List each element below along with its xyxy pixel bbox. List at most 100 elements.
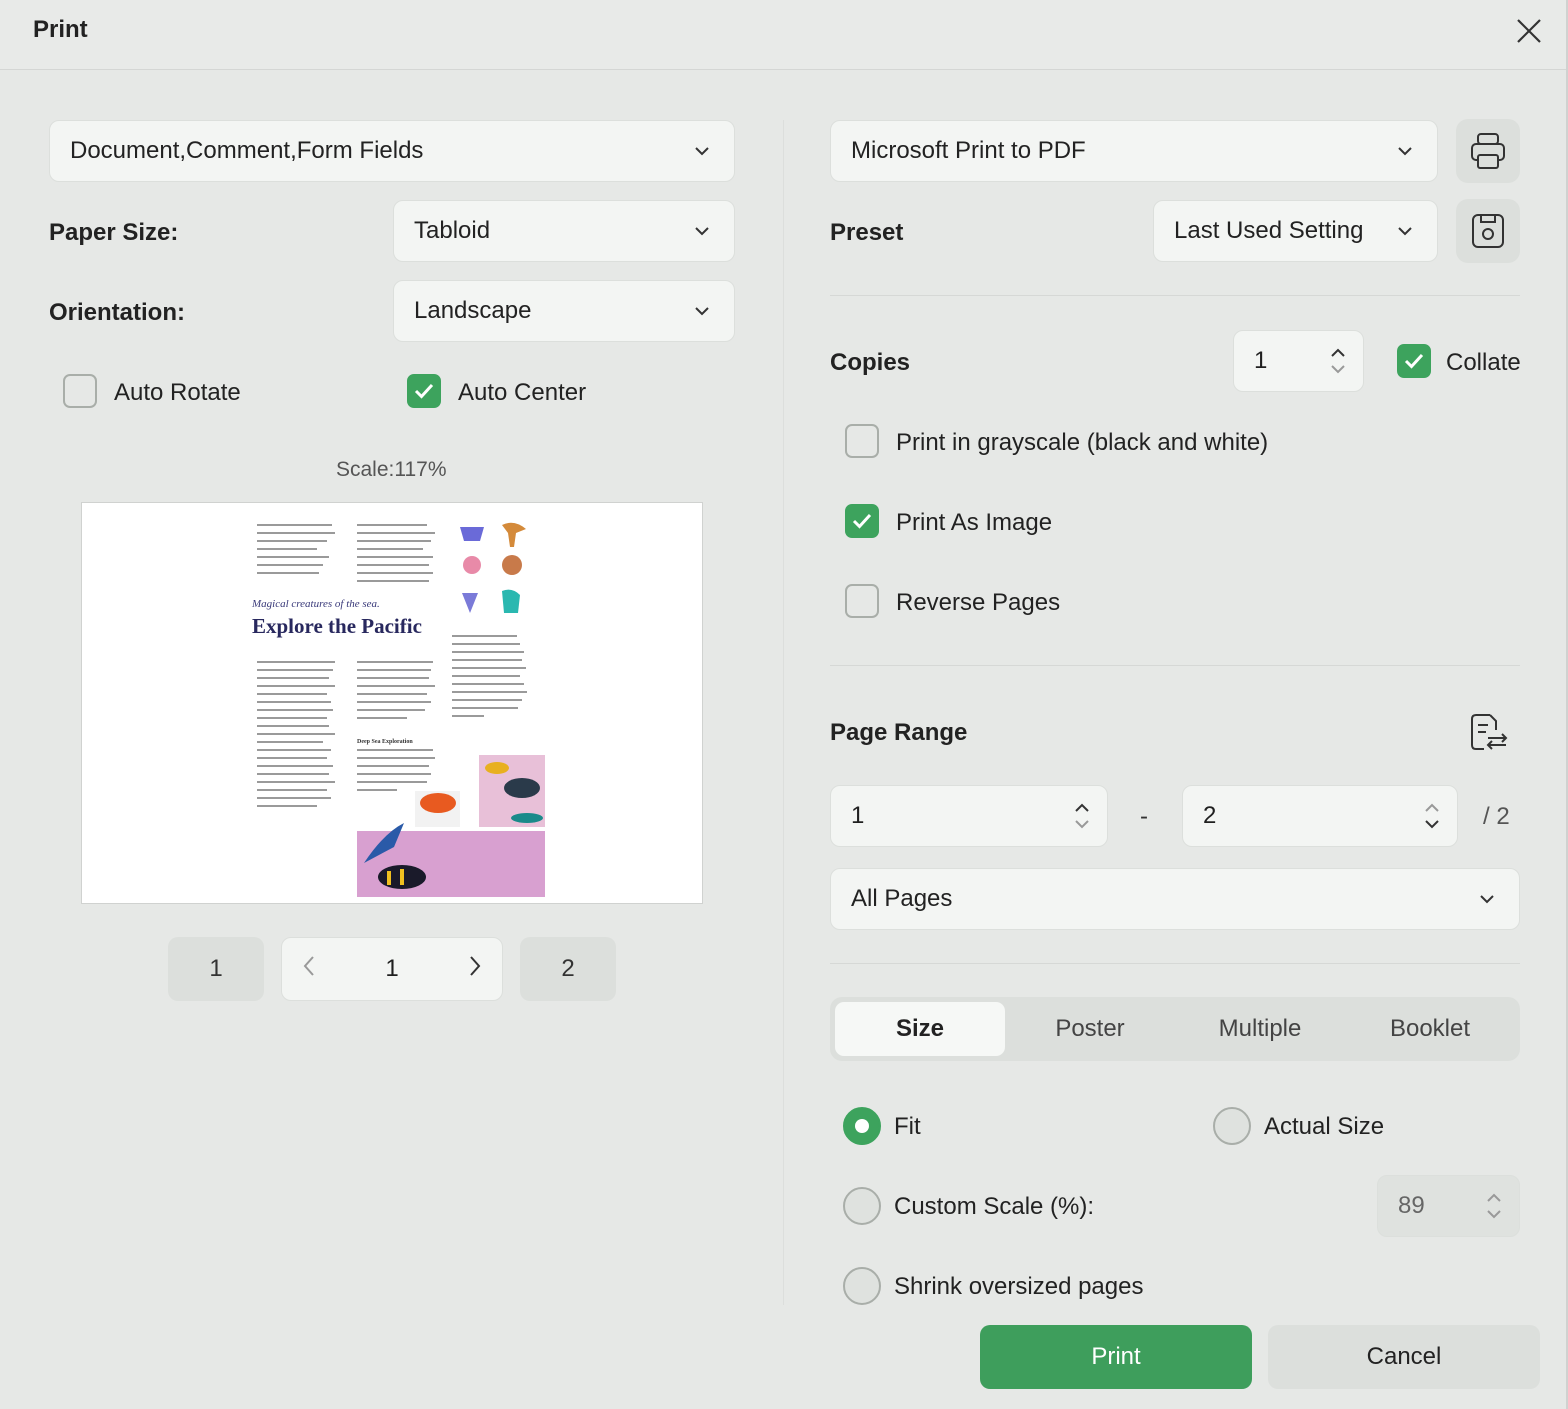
content-select-value: Document,Comment,Form Fields xyxy=(70,137,424,164)
auto-rotate-checkbox[interactable] xyxy=(63,374,97,408)
stepper-arrows[interactable] xyxy=(1407,786,1457,846)
dialog-title: Print xyxy=(33,16,88,43)
page-subset-select[interactable]: All Pages xyxy=(830,868,1520,930)
preview-page: Magical creatures of the sea. Explore th… xyxy=(251,522,545,897)
page-range-to[interactable]: 2 xyxy=(1182,785,1458,847)
print-as-image-label: Print As Image xyxy=(896,509,1053,536)
orientation-label: Orientation: xyxy=(49,299,185,326)
chevron-up-icon xyxy=(1331,348,1345,357)
print-preview: Magical creatures of the sea. Explore th… xyxy=(81,502,703,904)
collate-checkbox[interactable] xyxy=(1397,344,1431,378)
page-range-label: Page Range xyxy=(830,719,968,746)
chevron-down-icon xyxy=(1455,869,1519,929)
preset-label: Preset xyxy=(830,219,904,246)
custom-scale-input[interactable]: 89 xyxy=(1377,1175,1520,1237)
first-page-button[interactable]: 1 xyxy=(168,937,264,1001)
paper-size-select[interactable]: Tabloid xyxy=(393,200,735,262)
preset-select[interactable]: Last Used Setting xyxy=(1153,200,1438,262)
current-page[interactable]: 1 xyxy=(385,955,398,983)
section-divider xyxy=(830,963,1520,964)
preview-subtitle: Magical creatures of the sea. xyxy=(251,598,380,610)
section-divider xyxy=(830,665,1520,666)
page-range-from[interactable]: 1 xyxy=(830,785,1108,847)
prev-page-button[interactable] xyxy=(302,955,316,984)
reverse-pages-label: Reverse Pages xyxy=(896,589,1061,616)
shrink-label: Shrink oversized pages xyxy=(894,1273,1144,1300)
chevron-up-icon xyxy=(1075,803,1089,812)
tab-multiple[interactable]: Multiple xyxy=(1175,1002,1345,1056)
save-icon xyxy=(1472,214,1504,248)
tab-size[interactable]: Size xyxy=(835,1002,1005,1056)
preview-heading: Explore the Pacific xyxy=(252,614,422,638)
paper-size-value: Tabloid xyxy=(414,217,491,244)
printer-icon xyxy=(1471,133,1505,169)
chevron-down-icon xyxy=(1373,121,1437,181)
tab-poster[interactable]: Poster xyxy=(1005,1002,1175,1056)
range-separator: - xyxy=(1140,803,1148,830)
preset-value: Last Used Setting xyxy=(1174,217,1364,244)
checkmark-icon xyxy=(1404,353,1424,369)
chevron-down-icon xyxy=(1075,820,1089,829)
chevron-up-icon xyxy=(1425,803,1439,812)
last-page-button[interactable]: 2 xyxy=(520,937,616,1001)
title-bar: Print xyxy=(0,0,1568,70)
next-page-button[interactable] xyxy=(468,955,482,984)
document-swap-icon xyxy=(1471,714,1508,750)
close-icon xyxy=(1517,19,1541,43)
stepper-arrows[interactable] xyxy=(1057,786,1107,846)
copies-value: 1 xyxy=(1254,347,1268,374)
auto-center-label: Auto Center xyxy=(458,379,587,406)
reverse-pages-checkbox[interactable] xyxy=(845,584,879,618)
print-button[interactable]: Print xyxy=(980,1325,1252,1389)
printer-properties-button[interactable] xyxy=(1456,119,1520,183)
orientation-select[interactable]: Landscape xyxy=(393,280,735,342)
chevron-up-icon xyxy=(1487,1193,1501,1202)
page-to-value: 2 xyxy=(1203,802,1217,829)
copies-stepper[interactable]: 1 xyxy=(1233,330,1364,392)
grayscale-label: Print in grayscale (black and white) xyxy=(896,429,1269,456)
save-preset-button[interactable] xyxy=(1456,199,1520,263)
paper-size-label: Paper Size: xyxy=(49,219,179,246)
page-navigator: 1 xyxy=(281,937,503,1001)
chevron-left-icon xyxy=(303,955,314,976)
orientation-value: Landscape xyxy=(414,297,532,324)
custom-scale-label: Custom Scale (%): xyxy=(894,1193,1095,1220)
printer-select[interactable]: Microsoft Print to PDF xyxy=(830,120,1438,182)
custom-scale-radio[interactable] xyxy=(843,1187,881,1225)
close-button[interactable] xyxy=(1510,12,1548,50)
print-as-image-checkbox[interactable] xyxy=(845,504,879,538)
cancel-button[interactable]: Cancel xyxy=(1268,1325,1540,1389)
panel-divider xyxy=(783,120,784,1305)
chevron-down-icon xyxy=(1373,201,1437,261)
checkmark-icon xyxy=(414,383,434,399)
layout-tabs: Size Poster Multiple Booklet xyxy=(830,997,1520,1061)
auto-rotate-label: Auto Rotate xyxy=(114,379,241,406)
section-divider xyxy=(830,295,1520,296)
custom-scale-value: 89 xyxy=(1398,1192,1425,1219)
chevron-down-icon xyxy=(670,201,734,261)
collate-label: Collate xyxy=(1446,349,1521,376)
content-select[interactable]: Document,Comment,Form Fields xyxy=(49,120,735,182)
tab-booklet[interactable]: Booklet xyxy=(1345,1002,1515,1056)
actual-size-radio[interactable] xyxy=(1213,1107,1251,1145)
page-total: / 2 xyxy=(1483,803,1510,830)
page-range-swap-button[interactable] xyxy=(1468,712,1510,757)
chevron-down-icon xyxy=(670,281,734,341)
shrink-radio[interactable] xyxy=(843,1267,881,1305)
chevron-right-icon xyxy=(470,955,481,976)
actual-size-label: Actual Size xyxy=(1264,1113,1385,1140)
fit-label: Fit xyxy=(894,1113,921,1140)
printer-value: Microsoft Print to PDF xyxy=(851,137,1086,164)
stepper-arrows[interactable] xyxy=(1469,1176,1519,1236)
checkmark-icon xyxy=(852,513,872,529)
scale-text: Scale:117% xyxy=(336,458,447,481)
auto-center-checkbox[interactable] xyxy=(407,374,441,408)
stepper-arrows[interactable] xyxy=(1313,331,1363,391)
chevron-down-icon xyxy=(1331,365,1345,374)
chevron-down-icon xyxy=(1487,1210,1501,1219)
preview-section: Deep Sea Exploration xyxy=(357,739,413,745)
fit-radio[interactable] xyxy=(843,1107,881,1145)
chevron-down-icon xyxy=(670,121,734,181)
copies-label: Copies xyxy=(830,349,911,376)
grayscale-checkbox[interactable] xyxy=(845,424,879,458)
